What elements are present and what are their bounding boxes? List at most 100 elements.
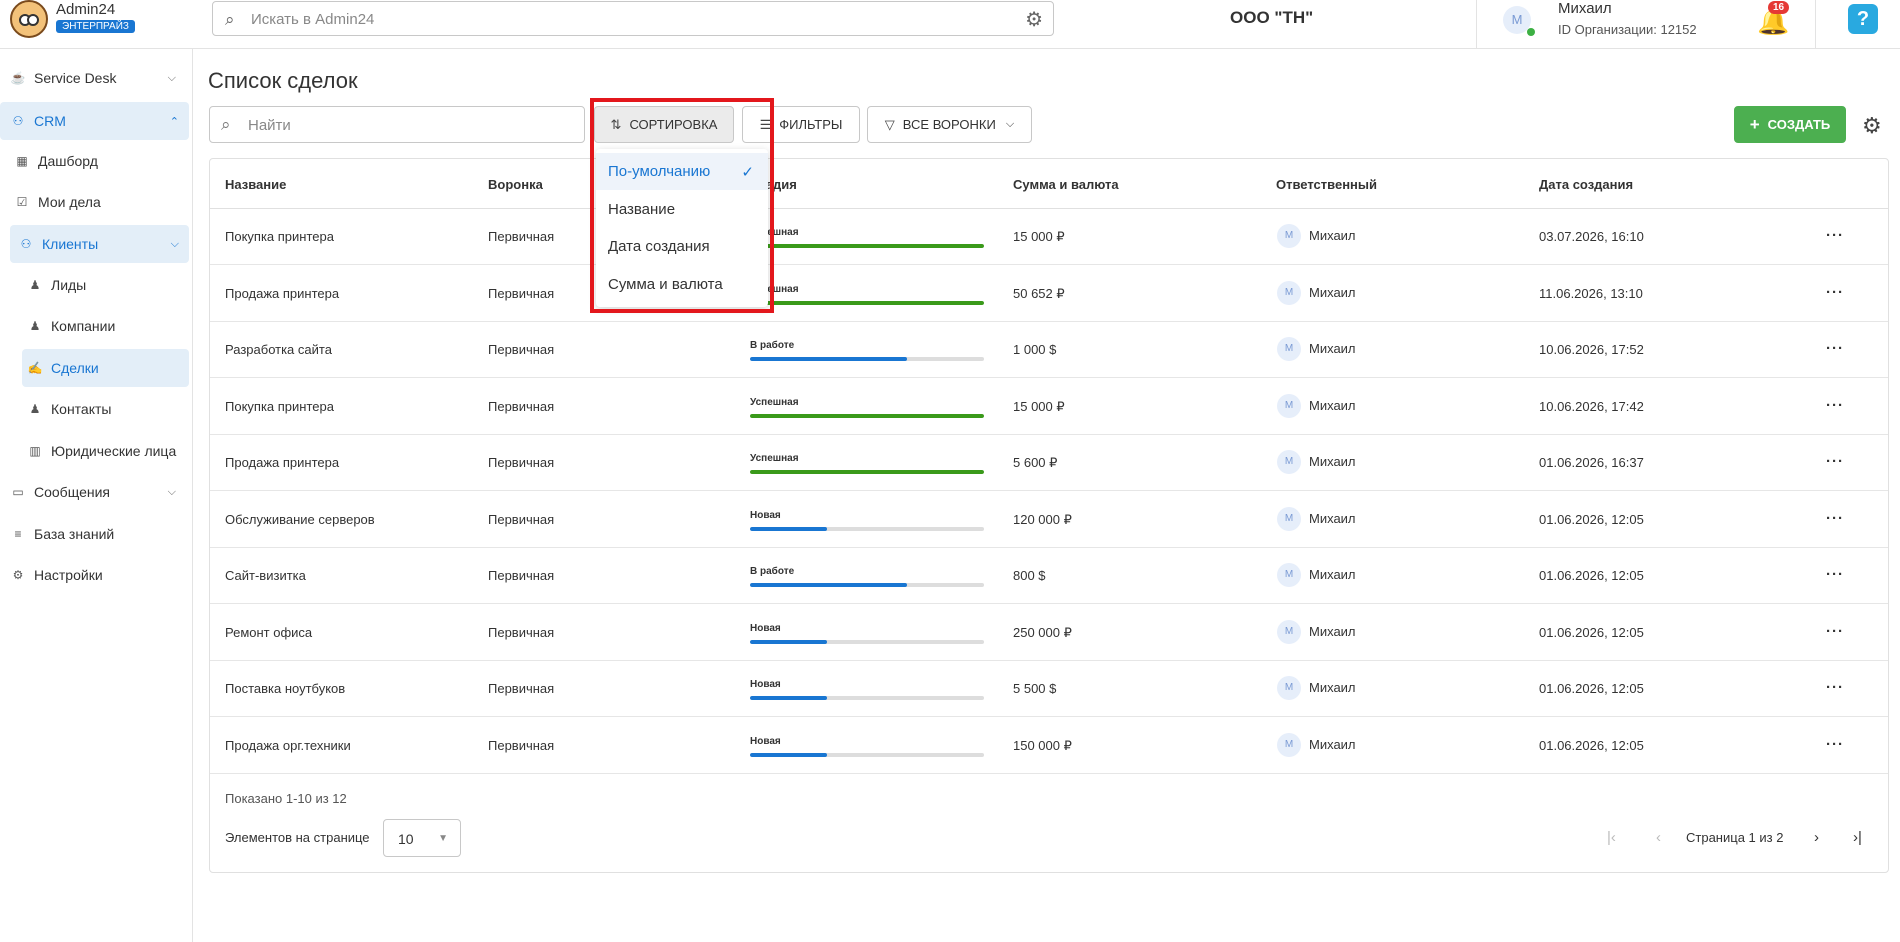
sidebar-item-label: Сообщения	[34, 484, 110, 500]
column-header-amount[interactable]: Сумма и валюта	[1013, 177, 1119, 192]
stage-progress-bar	[750, 357, 984, 361]
more-actions-icon[interactable]: ···	[1826, 566, 1844, 583]
help-icon[interactable]: ?	[1848, 4, 1878, 34]
deal-stage: Новая	[750, 679, 984, 700]
page-indicator: Страница 1 из 2	[1686, 830, 1784, 845]
stage-progress-bar	[750, 413, 984, 418]
table-row[interactable]: Продажа орг.техники Первичная Новая 150 000…	[210, 718, 1888, 774]
sidebar-item-legal-entities[interactable]: ▥ Юридические лица	[25, 432, 185, 470]
person-icon: ♟	[29, 319, 41, 333]
sidebar-item-clients[interactable]: ⚇ Клиенты ⌵	[10, 225, 189, 263]
deals-search[interactable]: ⌕	[209, 106, 585, 143]
more-actions-icon[interactable]: ···	[1826, 284, 1844, 301]
table-row[interactable]: Продажа принтера Первичная Успешная 5 600 ₽…	[210, 435, 1888, 491]
deals-search-input[interactable]	[248, 115, 568, 135]
gear-icon: ⚙	[12, 568, 24, 582]
funnels-select[interactable]: ▽ ВСЕ ВОРОНКИ ⌵	[867, 106, 1032, 143]
deal-name[interactable]: Поставка ноутбуков	[225, 681, 345, 696]
column-header-responsible[interactable]: Ответственный	[1276, 177, 1377, 192]
calendar-check-icon: ☑	[16, 195, 28, 209]
deal-name[interactable]: Продажа орг.техники	[225, 738, 351, 753]
deal-created-date: 01.06.2026, 12:05	[1539, 511, 1644, 527]
people-icon: ⚇	[20, 237, 32, 251]
avatar: М	[1277, 676, 1301, 700]
table-row[interactable]: Поставка ноутбуков Первичная Новая 5 500 $ М…	[210, 661, 1888, 717]
table-row[interactable]: Обслуживание серверов Первичная Новая 120 0…	[210, 492, 1888, 548]
column-header-funnel[interactable]: Воронка	[488, 177, 543, 192]
deal-name[interactable]: Покупка принтера	[225, 399, 334, 414]
deal-responsible: Михаил	[1309, 397, 1356, 413]
organization-name[interactable]: ООО "ТН"	[1230, 8, 1313, 28]
stage-progress-bar	[750, 526, 984, 531]
create-button[interactable]: + СОЗДАТЬ	[1734, 106, 1846, 143]
deal-amount: 15 000 ₽	[1013, 229, 1065, 244]
more-actions-icon[interactable]: ···	[1826, 510, 1844, 527]
sidebar-item-label: Компании	[51, 318, 116, 334]
app-logo[interactable]: Admin24 ЭНТЕРПРАЙЗ	[10, 0, 190, 40]
filters-button-label: ФИЛЬТРЫ	[779, 117, 843, 132]
sidebar-item-my-tasks[interactable]: ☑ Мои дела	[12, 183, 182, 221]
app-name: Admin24	[56, 1, 116, 18]
page-title: Список сделок	[208, 68, 358, 93]
deal-created-date: 01.06.2026, 16:37	[1539, 455, 1644, 470]
more-actions-icon[interactable]: ···	[1826, 679, 1844, 696]
last-page-icon[interactable]: ›|	[1853, 829, 1862, 846]
chevron-down-icon: ⌵	[170, 237, 179, 250]
deal-amount: 5 600 ₽	[1013, 455, 1058, 470]
stage-label: Успешная	[750, 453, 799, 464]
deal-created-date: 10.06.2026, 17:52	[1539, 342, 1644, 357]
deal-name[interactable]: Продажа принтера	[225, 286, 339, 301]
deal-name[interactable]: Покупка принтера	[225, 229, 334, 244]
table-row[interactable]: Покупка принтера Первичная Успешная 15 000 …	[210, 209, 1888, 265]
table-row[interactable]: Разработка сайта Первичная В работе 1 000 $…	[210, 322, 1888, 378]
deal-responsible: Михаил	[1309, 284, 1356, 300]
plan-badge: ЭНТЕРПРАЙЗ	[56, 20, 135, 33]
stage-label: Успешная	[750, 283, 799, 295]
sidebar-item-leads[interactable]: ♟ Лиды	[25, 266, 185, 304]
deal-funnel: Первичная	[488, 229, 555, 244]
global-search[interactable]: ⌕ ⚙	[212, 1, 1054, 36]
stage-progress-fill	[750, 752, 828, 757]
deal-name[interactable]: Обслуживание серверов	[225, 512, 375, 527]
stage-progress-fill	[750, 357, 907, 361]
first-page-icon[interactable]: |‹	[1607, 829, 1616, 846]
deal-name[interactable]: Продажа принтера	[225, 455, 339, 470]
more-actions-icon[interactable]: ···	[1826, 340, 1844, 357]
table-row[interactable]: Покупка принтера Первичная Успешная 15 000 …	[210, 379, 1888, 435]
deal-funnel: Первичная	[488, 455, 555, 470]
deal-name[interactable]: Разработка сайта	[225, 342, 332, 357]
prev-page-icon[interactable]: ‹	[1656, 829, 1661, 846]
more-actions-icon[interactable]: ···	[1826, 736, 1844, 753]
table-row[interactable]: Ремонт офиса Первичная Новая 250 000 ₽ М Миха…	[210, 605, 1888, 661]
deal-name[interactable]: Сайт-визитка	[225, 568, 306, 583]
column-header-created[interactable]: Дата создания	[1539, 177, 1633, 192]
table-row[interactable]: Продажа принтера Первичная Успешная 50 652 …	[210, 266, 1888, 322]
deal-amount: 15 000 ₽	[1013, 398, 1065, 414]
deal-responsible: Михаил	[1309, 454, 1356, 469]
more-actions-icon[interactable]: ···	[1826, 227, 1844, 244]
more-actions-icon[interactable]: ···	[1826, 623, 1844, 640]
column-header-name[interactable]: Название	[225, 177, 286, 192]
sidebar-item-contacts[interactable]: ♟ Контакты	[25, 390, 185, 428]
per-page-select[interactable]: 10 ▼	[383, 819, 461, 857]
global-search-input[interactable]	[251, 8, 1011, 30]
sidebar-item-companies[interactable]: ♟ Компании	[25, 307, 185, 345]
sidebar-item-settings[interactable]: ⚙ Настройки	[8, 556, 186, 594]
per-page-value: 10	[398, 831, 414, 847]
deal-name[interactable]: Ремонт офиса	[225, 625, 312, 640]
sidebar-item-service-desk[interactable]: ☕ Service Desk ⌵	[8, 59, 186, 97]
more-actions-icon[interactable]: ···	[1826, 397, 1844, 414]
more-actions-icon[interactable]: ···	[1826, 453, 1844, 470]
headset-icon: ☕	[10, 71, 26, 85]
sidebar-item-deals[interactable]: ✍ Сделки	[22, 349, 189, 387]
search-settings-icon[interactable]: ⚙	[1025, 7, 1043, 32]
avatar: М	[1277, 506, 1301, 531]
stage-label: Новая	[750, 735, 781, 747]
gear-icon[interactable]: ⚙	[1862, 113, 1882, 139]
sidebar-item-crm[interactable]: ⚇ CRM ⌃	[0, 102, 189, 140]
sidebar-item-knowledge-base[interactable]: ≡ База знаний	[8, 515, 186, 553]
next-page-icon[interactable]: ›	[1814, 829, 1819, 846]
table-row[interactable]: Сайт-визитка Первичная В работе 800 $ М Михаи…	[210, 548, 1888, 604]
sidebar-item-messages[interactable]: ▭ Сообщения ⌵	[8, 473, 186, 511]
sidebar-item-dashboard[interactable]: ▦ Дашборд	[12, 142, 182, 180]
